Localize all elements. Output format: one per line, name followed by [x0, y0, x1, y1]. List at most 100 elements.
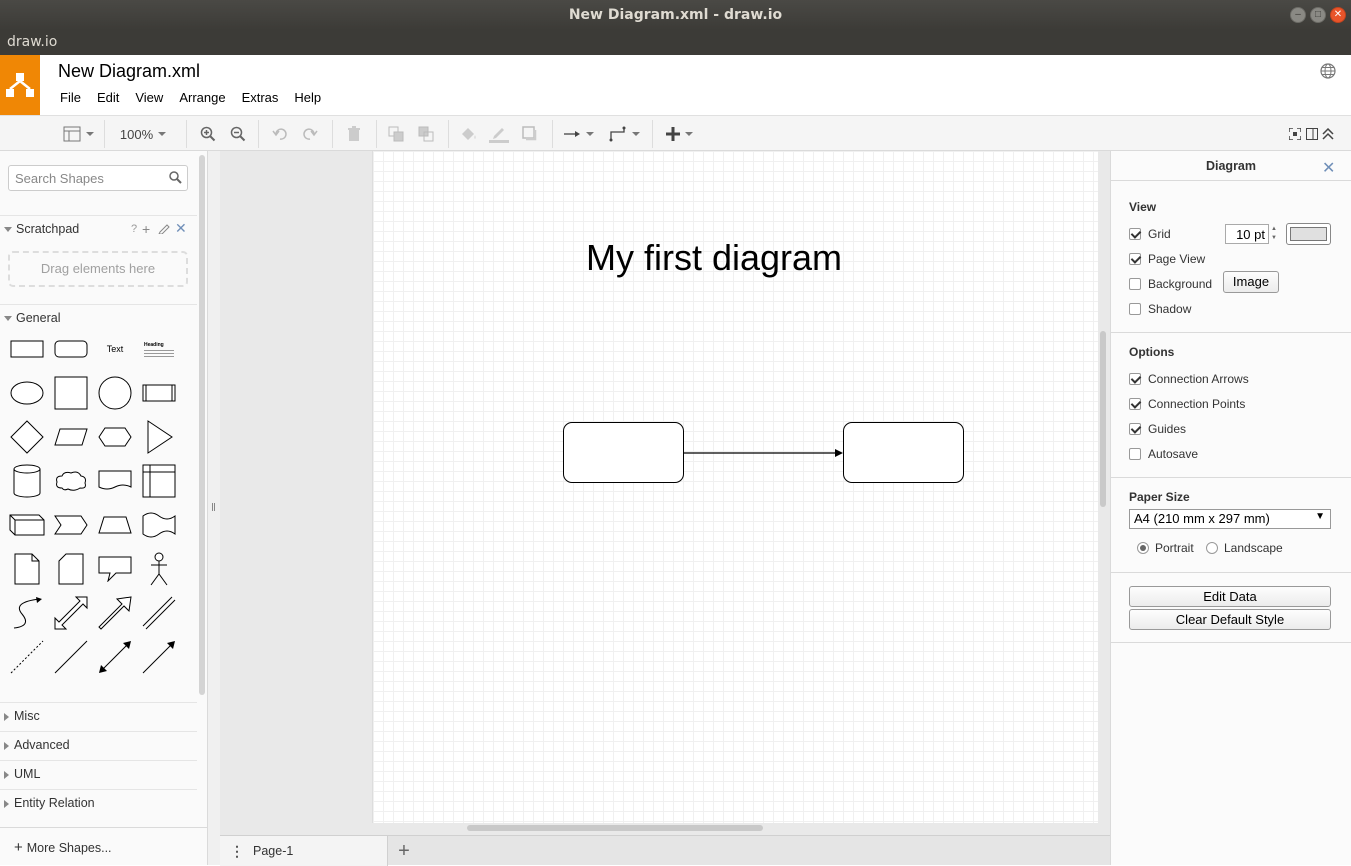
shape-note[interactable]: [5, 547, 49, 591]
scratchpad-help-icon[interactable]: ?: [131, 223, 137, 235]
panel-close-icon[interactable]: ✕: [1322, 158, 1335, 178]
add-page-button[interactable]: +: [392, 840, 416, 862]
scratchpad-edit-icon[interactable]: [158, 222, 170, 237]
fill-color-button[interactable]: [456, 121, 480, 147]
connection-points-checkbox[interactable]: [1129, 398, 1141, 410]
format-panel-button[interactable]: [1305, 121, 1319, 147]
page-menu-icon[interactable]: ⋮: [230, 843, 244, 860]
canvas-horizontal-scrollbar[interactable]: [467, 825, 763, 831]
grid-checkbox[interactable]: [1129, 228, 1141, 240]
zoom-dropdown[interactable]: 100%: [112, 121, 174, 147]
autosave-checkbox[interactable]: [1129, 448, 1141, 460]
shape-hexagon[interactable]: [93, 415, 137, 459]
zoom-out-button[interactable]: [226, 121, 250, 147]
to-front-button[interactable]: [384, 121, 408, 147]
shape-triangle[interactable]: [137, 415, 181, 459]
document-title[interactable]: New Diagram.xml: [58, 61, 200, 82]
app-name[interactable]: draw.io: [7, 34, 57, 50]
shape-bidirectional-arrow[interactable]: [49, 591, 93, 635]
shape-parallelogram[interactable]: [49, 415, 93, 459]
menu-file[interactable]: File: [52, 89, 89, 106]
connection-arrows-row[interactable]: Connection Arrows: [1129, 372, 1249, 386]
maximize-button[interactable]: □: [1310, 7, 1326, 23]
grid-color-swatch[interactable]: [1286, 223, 1331, 245]
waypoints-button[interactable]: [606, 121, 642, 147]
shape-rounded-rectangle[interactable]: [49, 327, 93, 371]
shape-bidirectional-connector[interactable]: [93, 635, 137, 679]
shape-directional-connector[interactable]: [137, 635, 181, 679]
shape-tape[interactable]: [137, 503, 181, 547]
shape-text[interactable]: Text: [93, 327, 137, 371]
shape-curve[interactable]: [5, 591, 49, 635]
menu-extras[interactable]: Extras: [234, 89, 287, 106]
close-window-button[interactable]: ✕: [1330, 7, 1346, 23]
menu-edit[interactable]: Edit: [89, 89, 127, 106]
shape-cloud[interactable]: [49, 459, 93, 503]
sidebar-section-uml[interactable]: UML: [0, 760, 197, 788]
portrait-radio[interactable]: [1137, 542, 1149, 554]
grid-checkbox-row[interactable]: Grid: [1129, 227, 1171, 241]
diagram-page[interactable]: My first diagram: [372, 151, 1098, 823]
redo-button[interactable]: [298, 121, 322, 147]
connection-points-row[interactable]: Connection Points: [1129, 397, 1245, 411]
sidebar-scrollbar[interactable]: [199, 155, 205, 695]
shape-line[interactable]: [49, 635, 93, 679]
collapse-toolbar-button[interactable]: [1321, 121, 1335, 147]
shape-cylinder[interactable]: [5, 459, 49, 503]
guides-row[interactable]: Guides: [1129, 422, 1186, 436]
shape-internal-storage[interactable]: [137, 459, 181, 503]
shadow-checkbox[interactable]: [1129, 303, 1141, 315]
canvas-vertical-scrollbar[interactable]: [1100, 331, 1106, 507]
search-icon[interactable]: [169, 171, 182, 187]
background-image-button[interactable]: Image: [1223, 271, 1279, 293]
menu-view[interactable]: View: [127, 89, 171, 106]
guides-checkbox[interactable]: [1129, 423, 1141, 435]
grid-size-input[interactable]: 10 pt: [1225, 224, 1269, 244]
background-checkbox[interactable]: [1129, 278, 1141, 290]
menu-arrange[interactable]: Arrange: [171, 89, 233, 106]
shape-ellipse[interactable]: [5, 371, 49, 415]
shape-process[interactable]: [137, 371, 181, 415]
minimize-button[interactable]: –: [1290, 7, 1306, 23]
undo-button[interactable]: [268, 121, 292, 147]
diagram-node-right[interactable]: [843, 422, 964, 483]
shape-circle[interactable]: [93, 371, 137, 415]
insert-button[interactable]: [660, 121, 698, 147]
connection-style-button[interactable]: [560, 121, 596, 147]
connection-arrows-checkbox[interactable]: [1129, 373, 1141, 385]
landscape-radio[interactable]: [1206, 542, 1218, 554]
shape-heading[interactable]: Heading: [137, 327, 181, 371]
shadow-button[interactable]: [518, 121, 542, 147]
scratchpad-close-icon[interactable]: ✕: [175, 220, 187, 237]
shape-arrow[interactable]: [93, 591, 137, 635]
grid-size-spinner[interactable]: ▲ ▼: [1269, 225, 1279, 243]
shape-step[interactable]: [49, 503, 93, 547]
shape-cube[interactable]: [5, 503, 49, 547]
scratchpad-header[interactable]: Scratchpad ? + ✕: [0, 215, 197, 243]
autosave-row[interactable]: Autosave: [1129, 447, 1198, 461]
format-panel-toggle-button[interactable]: [60, 121, 96, 147]
page-view-checkbox[interactable]: [1129, 253, 1141, 265]
sidebar-section-misc[interactable]: Misc: [0, 702, 197, 730]
clear-default-style-button[interactable]: Clear Default Style: [1129, 609, 1331, 630]
menu-help[interactable]: Help: [286, 89, 329, 106]
shape-dashed-line[interactable]: [5, 635, 49, 679]
landscape-radio-row[interactable]: Landscape: [1206, 541, 1283, 555]
shape-diamond[interactable]: [5, 415, 49, 459]
diagram-connector-arrow[interactable]: [684, 446, 844, 460]
background-checkbox-row[interactable]: Background: [1129, 277, 1212, 291]
shape-trapezoid[interactable]: [93, 503, 137, 547]
paper-size-select[interactable]: A4 (210 mm x 297 mm) ▼: [1129, 509, 1331, 529]
page-view-checkbox-row[interactable]: Page View: [1129, 252, 1205, 266]
scratchpad-dropzone[interactable]: Drag elements here: [8, 251, 188, 287]
language-globe-icon[interactable]: [1320, 63, 1336, 82]
portrait-radio-row[interactable]: Portrait: [1137, 541, 1194, 555]
shape-callout[interactable]: [93, 547, 137, 591]
delete-button[interactable]: [342, 121, 366, 147]
shape-rectangle[interactable]: [5, 327, 49, 371]
shape-link[interactable]: [137, 591, 181, 635]
diagram-title-text[interactable]: My first diagram: [586, 237, 842, 279]
sidebar-section-advanced[interactable]: Advanced: [0, 731, 197, 759]
shape-card[interactable]: [49, 547, 93, 591]
shape-square[interactable]: [49, 371, 93, 415]
